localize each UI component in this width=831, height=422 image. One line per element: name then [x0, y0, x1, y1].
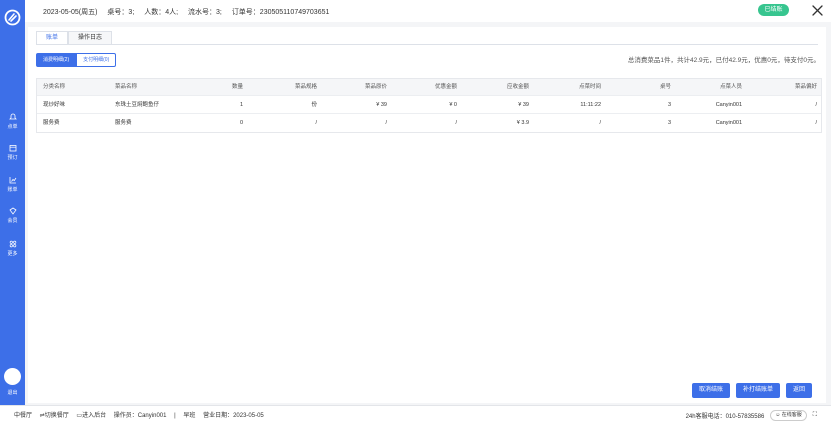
shift: 早班 [183, 413, 196, 419]
enter-backend-link[interactable]: ▭进入后台 [76, 413, 106, 419]
guest-count: 人数：4人; [144, 9, 179, 16]
fullscreen-icon[interactable]: ⛶ [813, 412, 817, 419]
cell-preference: / [815, 102, 817, 108]
column-header: 优惠金额 [434, 84, 457, 90]
cell-original-price: ¥ 39 [376, 102, 387, 108]
subtab-payment-detail[interactable]: 支付明细(0) [76, 53, 117, 67]
cell-dish-name: 服务费 [115, 120, 132, 126]
cell-staff: Canyin001 [715, 102, 742, 108]
cancel-checkout-button[interactable]: 取消结账 [692, 383, 731, 398]
reprint-bill-button[interactable]: 补打结账单 [736, 383, 781, 398]
cell-order-time: / [599, 120, 601, 126]
column-header: 菜品名称 [115, 84, 138, 90]
subtab-consumption-detail[interactable]: 消费明细(2) [36, 53, 77, 67]
order-header: 2023-05-05(周五) 桌号：3; 人数：4人; 流水号：3; 订单号：2… [25, 0, 831, 22]
column-header: 菜品偏好 [794, 84, 817, 90]
sidebar-item-label: 更多 [7, 251, 18, 257]
tab-bar: 账单 操作日志 [36, 31, 113, 44]
table-header: 分类名称 菜品名称 数量 菜品规格 菜品原价 优惠金额 应收金额 点菜时间 桌号… [37, 79, 821, 96]
order-date: 2023-05-05(周五) [43, 9, 98, 16]
table-number: 桌号：3; [107, 9, 135, 16]
sidebar-item-order[interactable]: 点单 [0, 113, 25, 130]
logout-button[interactable]: 退出 [0, 389, 25, 396]
member-icon [8, 207, 17, 215]
serial-number: 流水号：3; [188, 9, 222, 16]
column-header: 应收金额 [506, 84, 529, 90]
column-header: 菜品规格 [294, 84, 317, 90]
cell-spec: / [315, 120, 317, 126]
action-bar: 取消结账 补打结账单 返回 [692, 383, 813, 398]
sidebar-item-label: 预订 [7, 155, 18, 161]
status-badge: 已结账 [758, 4, 789, 16]
cell-preference: / [815, 120, 817, 126]
sidebar-item-more[interactable]: 更多 [0, 240, 25, 257]
cell-order-time: 11:11:22 [580, 102, 601, 108]
cell-discount: ¥ 0 [449, 102, 457, 108]
column-header: 桌号 [659, 84, 671, 90]
calendar-icon [9, 145, 16, 152]
chart-icon [9, 177, 16, 184]
sidebar-item-bill[interactable]: 账单 [0, 176, 25, 193]
cell-original-price: / [385, 120, 387, 126]
service-hotline: 24h客服电话：010-57835586 [685, 414, 765, 420]
app-logo-icon [4, 9, 21, 26]
cell-staff: Canyin001 [715, 120, 742, 126]
column-header: 菜品原价 [364, 84, 387, 90]
consumption-table: 分类名称 菜品名称 数量 菜品规格 菜品原价 优惠金额 应收金额 点菜时间 桌号… [36, 78, 822, 133]
store-name: 中餐厅 [14, 413, 33, 419]
cell-quantity: 1 [239, 102, 243, 108]
avatar[interactable] [4, 368, 21, 385]
switch-store-label: 切换餐厅 [44, 413, 69, 419]
sidebar-item-label: 账单 [7, 187, 18, 193]
bill-panel: 账单 操作日志 消费明细(2) 支付明细(0) 总消费菜品1件，共计42.9元，… [28, 27, 826, 403]
bill-summary: 总消费菜品1件，共计42.9元，已付42.9元，优惠0元，待支付0元。 [627, 57, 820, 64]
enter-backend-label: 进入后台 [82, 413, 107, 419]
operator: 操作员：Canyin001 [113, 413, 167, 419]
detail-switch: 消费明细(2) 支付明细(0) [36, 53, 117, 67]
cell-discount: / [455, 120, 457, 126]
cell-receivable: ¥ 3.9 [516, 120, 529, 126]
divider: | [174, 413, 176, 419]
sidebar-item-label: 点单 [7, 124, 18, 130]
sidebar-item-label: 会员 [7, 218, 18, 224]
cell-category: 现炒好味 [43, 102, 66, 108]
column-header: 点菜人员 [719, 84, 742, 90]
cell-dish-name: 东珠土豆焖鲍鱼仔 [115, 102, 160, 108]
status-bar: 中餐厅 ⇌切换餐厅 ▭进入后台 操作员：Canyin001 | 早班 营业日期：… [0, 405, 831, 422]
column-header: 点菜时间 [578, 84, 601, 90]
cell-table-no: 3 [667, 120, 671, 126]
tab-divider [36, 44, 818, 45]
online-service-label: 在线客服 [781, 412, 802, 418]
grid-icon [9, 240, 16, 248]
column-header: 分类名称 [43, 84, 66, 90]
headset-icon: ☺ [775, 412, 781, 418]
column-header: 数量 [231, 84, 243, 90]
order-info: 2023-05-05(周五) 桌号：3; 人数：4人; 流水号：3; 订单号：2… [43, 7, 337, 17]
online-service-button[interactable]: ☺ 在线客服 [770, 410, 807, 421]
close-icon[interactable] [811, 4, 824, 17]
cell-receivable: ¥ 39 [518, 102, 529, 108]
cell-quantity: 0 [239, 120, 243, 126]
cell-table-no: 3 [667, 102, 671, 108]
back-button[interactable]: 返回 [786, 383, 813, 398]
table-row[interactable]: 现炒好味 东珠土豆焖鲍鱼仔 1 份 ¥ 39 ¥ 0 ¥ 39 11:11:22… [37, 96, 821, 114]
sidebar-item-member[interactable]: 会员 [0, 207, 25, 224]
bell-icon [8, 113, 17, 120]
sidebar-item-reservation[interactable]: 预订 [0, 144, 25, 161]
sidebar: 点单 预订 账单 会员 更多 退出 [0, 0, 25, 405]
order-number: 订单号：230505110749703651 [231, 9, 330, 16]
switch-store-link[interactable]: ⇌切换餐厅 [40, 413, 69, 419]
cell-spec: 份 [311, 102, 317, 108]
tab-operation-log[interactable]: 操作日志 [68, 31, 113, 44]
table-row[interactable]: 服务费 服务费 0 / / / ¥ 3.9 / 3 Canyin001 / [37, 114, 821, 132]
tab-bill[interactable]: 账单 [36, 31, 69, 44]
cell-category: 服务费 [43, 120, 60, 126]
business-date: 营业日期：2023-05-05 [203, 413, 264, 419]
